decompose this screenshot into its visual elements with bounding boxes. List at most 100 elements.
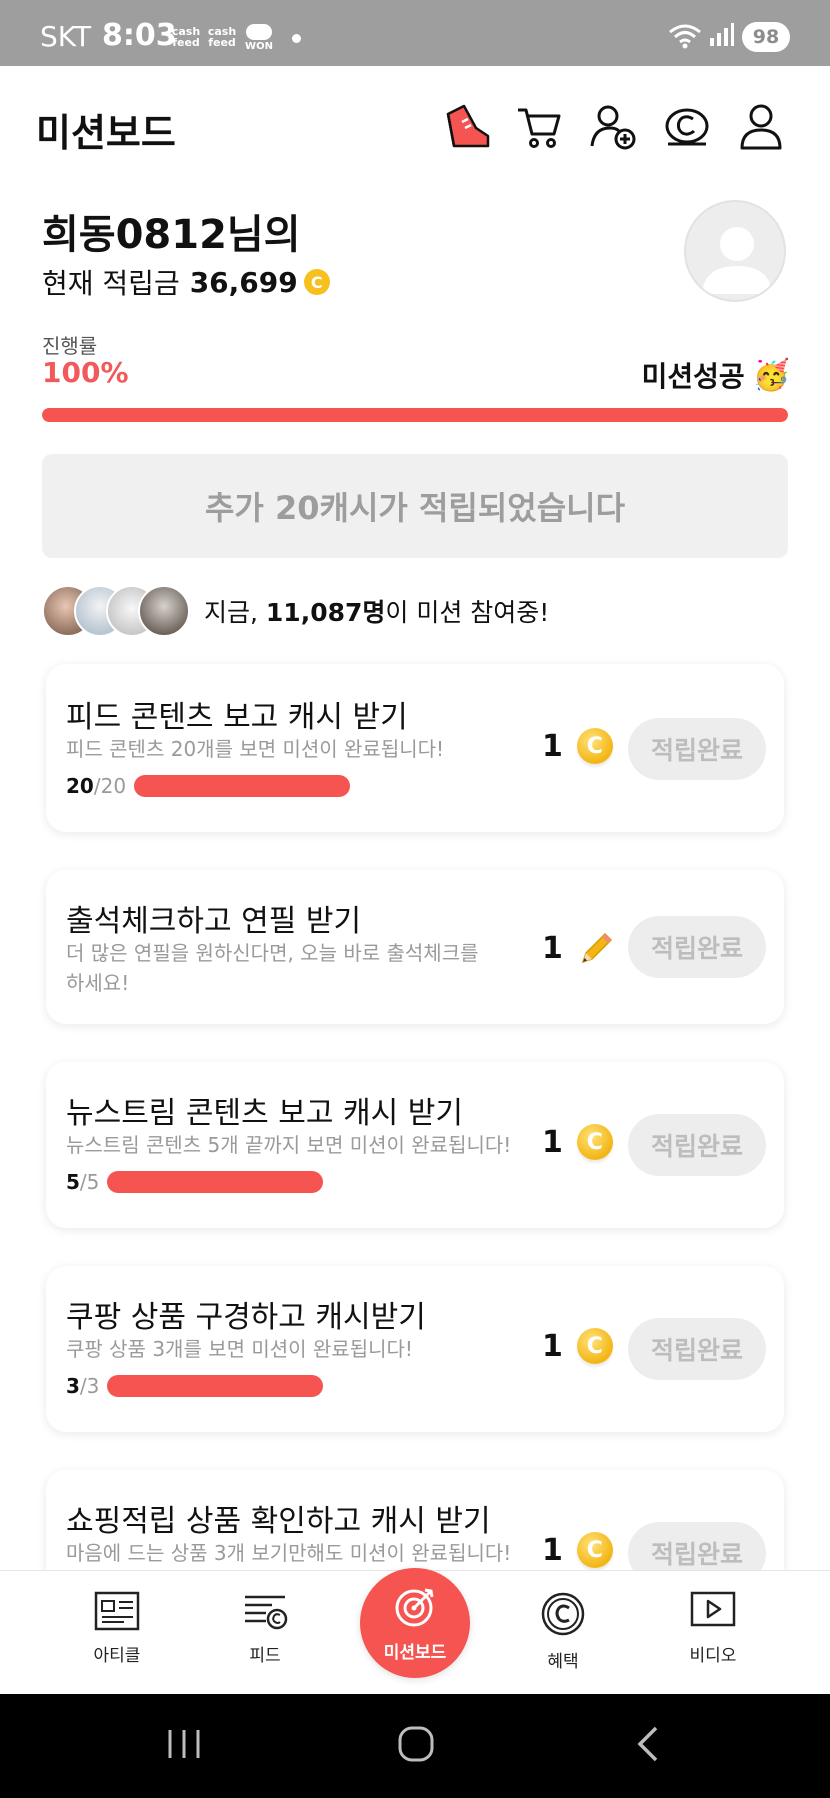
wifi-icon	[669, 24, 701, 49]
claimed-button[interactable]: 적립완료	[628, 718, 766, 780]
mission-title: 피드 콘텐츠 보고 캐시 받기	[66, 700, 408, 735]
progress-total: 20	[100, 774, 127, 798]
reward-notice: 추가 20캐시가 적립되었습니다	[42, 454, 788, 558]
participants-suffix: 이 미션 참여중!	[385, 598, 550, 627]
nav-article[interactable]: 아티클	[62, 1591, 172, 1666]
progress-current: 20	[66, 774, 94, 798]
mission-card-coupang[interactable]: 쿠팡 상품 구경하고 캐시받기 쿠팡 상품 3개를 보면 미션이 완료됩니다! …	[46, 1266, 784, 1432]
reward-amount: 1	[542, 930, 563, 966]
carrier-label: SKT	[40, 20, 92, 53]
benefit-icon	[541, 1592, 585, 1636]
status-bar: SKT 8:03 cash feed cash feed WON 98	[0, 0, 830, 66]
progress-total: 3	[86, 1374, 100, 1398]
nav-label: 아티클	[93, 1646, 141, 1666]
mission-progress-bar	[107, 1171, 324, 1193]
balance-label: 현재 적립금	[42, 267, 180, 300]
mission-reward: 1	[542, 928, 617, 968]
profile-icon[interactable]	[736, 102, 786, 152]
mission-reward: 1 C	[542, 1532, 613, 1568]
coin-icon: C	[576, 728, 613, 764]
system-navigation-bar	[0, 1694, 830, 1798]
avatar[interactable]	[684, 200, 786, 302]
nav-feed[interactable]: 피드	[210, 1591, 320, 1666]
coin-icon[interactable]	[662, 102, 712, 152]
progress-bar-fill	[42, 408, 788, 422]
balance-row: 현재 적립금 36,699 C	[42, 262, 330, 302]
mission-progress: 20/20	[66, 774, 351, 798]
progress-bar	[42, 408, 788, 422]
default-avatar-icon	[702, 227, 772, 294]
mission-title: 뉴스트림 콘텐츠 보고 캐시 받기	[66, 1096, 463, 1131]
progress-percent: 100%	[42, 356, 129, 389]
target-icon	[395, 1588, 434, 1627]
mission-title: 쿠팡 상품 구경하고 캐시받기	[66, 1300, 426, 1335]
nav-video[interactable]: 비디오	[658, 1591, 768, 1666]
mission-reward: 1 C	[542, 728, 613, 764]
cashfeed-notification-icon: cash feed	[171, 25, 201, 49]
mission-description: 더 많은 연필을 원하신다면, 오늘 바로 출석체크를 하세요!	[66, 941, 479, 995]
mission-card-attendance[interactable]: 출석체크하고 연필 받기 더 많은 연필을 원하신다면, 오늘 바로 출석체크를…	[46, 870, 784, 1024]
reward-amount: 1	[542, 1124, 563, 1160]
progress-separator: /	[93, 774, 101, 798]
more-notifications-dot	[292, 34, 301, 43]
participants-row: 지금, 11,087명이 미션 참여중!	[42, 584, 549, 638]
progress-total: 5	[86, 1170, 100, 1194]
nav-label: 피드	[249, 1646, 281, 1666]
mission-description: 쿠팡 상품 3개를 보면 미션이 완료됩니다!	[66, 1337, 413, 1361]
home-icon[interactable]	[396, 1724, 436, 1764]
feed-icon	[245, 1595, 288, 1630]
shoe-icon[interactable]	[442, 102, 492, 152]
mission-card-newstream[interactable]: 뉴스트림 콘텐츠 보고 캐시 받기 뉴스트림 콘텐츠 5개 끝까지 보면 미션이…	[46, 1062, 784, 1228]
progress-separator: /	[79, 1170, 87, 1194]
balance-amount: 36,699	[189, 265, 298, 299]
clock: 8:03	[102, 18, 177, 53]
pencil-icon	[581, 932, 612, 964]
claimed-button[interactable]: 적립완료	[628, 916, 766, 978]
back-icon[interactable]	[634, 1724, 664, 1764]
mission-progress-bar	[134, 775, 351, 797]
cart-icon[interactable]	[514, 102, 564, 152]
mission-success-label: 미션성공	[641, 360, 745, 393]
reward-amount: 1	[542, 728, 563, 764]
mission-reward: 1 C	[542, 1328, 613, 1364]
reward-amount: 1	[542, 1328, 563, 1364]
nav-label-active: 미션보드	[383, 1643, 447, 1663]
nav-label: 혜택	[547, 1652, 579, 1672]
mission-progress: 5/5	[66, 1170, 324, 1194]
mission-card-feed[interactable]: 피드 콘텐츠 보고 캐시 받기 피드 콘텐츠 20개를 보면 미션이 완료됩니다…	[46, 664, 784, 832]
mission-success: 미션성공 🥳	[642, 355, 790, 395]
recent-apps-icon[interactable]	[166, 1724, 202, 1764]
coin-icon: C	[576, 1532, 613, 1568]
add-friend-icon[interactable]	[588, 102, 638, 152]
mission-description: 피드 콘텐츠 20개를 보면 미션이 완료됩니다!	[66, 737, 445, 761]
progress-current: 5	[66, 1170, 80, 1194]
nav-mission-board[interactable]: 미션보드	[360, 1568, 470, 1678]
coin-icon: C	[576, 1124, 613, 1160]
mission-reward: 1 C	[542, 1124, 613, 1160]
nav-benefit[interactable]: 혜택	[508, 1591, 618, 1672]
mission-progress-bar	[107, 1375, 324, 1397]
progress-label: 진행률	[42, 334, 98, 358]
won-notification-icon: WON	[244, 24, 274, 52]
reward-amount: 1	[542, 1532, 563, 1568]
battery-indicator: 98	[742, 22, 790, 52]
signal-icon	[710, 23, 734, 46]
mission-title: 출석체크하고 연필 받기	[66, 904, 362, 939]
participants-text: 지금, 11,087명이 미션 참여중!	[204, 593, 549, 629]
coin-small-icon: C	[303, 269, 330, 295]
cashfeed-notification-icon-2: cash feed	[207, 25, 237, 49]
nav-label: 비디오	[689, 1646, 737, 1666]
coin-icon: C	[576, 1328, 613, 1364]
won-label: WON	[245, 41, 273, 52]
mission-board-screen: SKT 8:03 cash feed cash feed WON 98 미션보드	[0, 0, 830, 1798]
claimed-button[interactable]: 적립완료	[628, 1318, 766, 1380]
mission-progress: 3/3	[66, 1374, 324, 1398]
participant-avatar	[138, 585, 190, 637]
progress-separator: /	[79, 1374, 87, 1398]
claimed-button[interactable]: 적립완료	[628, 1114, 766, 1176]
mission-title: 쇼핑적립 상품 확인하고 캐시 받기	[66, 1504, 491, 1539]
participants-count: 11,087명	[265, 598, 386, 627]
video-icon	[690, 1591, 736, 1627]
page-title: 미션보드	[36, 111, 176, 155]
article-icon	[94, 1591, 140, 1631]
